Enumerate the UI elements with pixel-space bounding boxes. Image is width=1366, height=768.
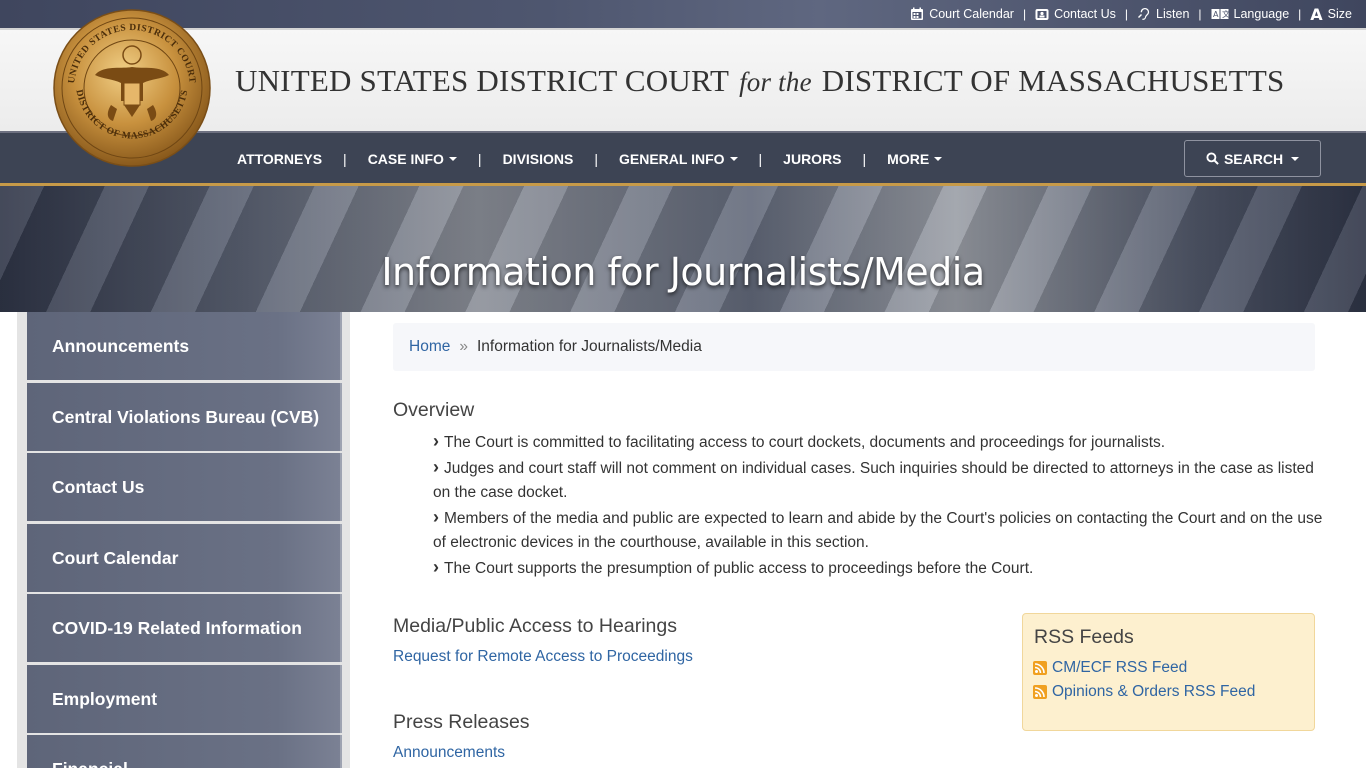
utility-separator: |: [1298, 7, 1302, 21]
sidebar-item-label: Financial: [52, 759, 128, 768]
nav-separator: |: [594, 151, 598, 167]
breadcrumb-current: Information for Journalists/Media: [476, 338, 702, 355]
utility-separator: |: [1124, 7, 1129, 21]
nav-label: MORE: [887, 151, 930, 167]
utility-link-label: Listen: [1156, 7, 1190, 21]
nav-separator: |: [343, 151, 347, 167]
caret-down-icon: [729, 157, 738, 161]
nav-separator: |: [758, 151, 763, 167]
court-seal-logo[interactable]: UNITED STATES DISTRICT COURT DISTRICT OF…: [51, 9, 213, 167]
utility-link-label: Contact Us: [1054, 7, 1116, 21]
utility-links: Court Calendar | Contact Us | Listen | A…: [910, 0, 1352, 28]
list-item: Members of the media and public are expe…: [433, 505, 1323, 555]
sidebar-item-cvb[interactable]: Central Violations Bureau (CVB): [27, 383, 342, 451]
listen-icon: [1138, 8, 1150, 20]
nav-label: ATTORNEYS: [237, 151, 323, 167]
sidebar-item-financial[interactable]: Financial: [27, 735, 342, 768]
text-size-icon: A: [1310, 4, 1323, 24]
utility-separator: |: [1022, 7, 1027, 21]
sidebar-item-label: Central Violations Bureau (CVB): [52, 406, 320, 427]
utility-link-label: Language: [1233, 7, 1290, 21]
utility-link-contact-us[interactable]: Contact Us: [1035, 7, 1116, 21]
sidebar-item-label: Court Calendar: [52, 547, 179, 568]
calendar-icon: [911, 7, 924, 20]
overview-list: The Court is committed to facilitating a…: [433, 429, 1323, 581]
site-title-district: DISTRICT OF MASSACHUSETTS: [821, 63, 1285, 98]
announcements-link[interactable]: Announcements: [393, 744, 505, 762]
utility-link-label: Court Calendar: [929, 7, 1014, 21]
rss-feed-label: CM/ECF RSS Feed: [1052, 659, 1188, 676]
utility-link-language[interactable]: A文 Language: [1211, 7, 1290, 21]
breadcrumb-home[interactable]: Home: [409, 338, 450, 356]
nav-more[interactable]: MORE: [887, 151, 943, 167]
site-title-for: for the: [739, 67, 812, 97]
rss-icon: [1033, 661, 1047, 675]
main-nav-items: ATTORNEYS | CASE INFO | DIVISIONS | GENE…: [237, 133, 943, 185]
utility-link-label: Size: [1327, 7, 1352, 21]
search-button-label: SEARCH: [1223, 150, 1284, 167]
nav-label: CASE INFO: [367, 151, 444, 167]
media-access-heading: Media/Public Access to Hearings: [393, 615, 677, 637]
language-icon: A文: [1211, 9, 1229, 19]
nav-case-info[interactable]: CASE INFO: [368, 151, 457, 167]
nav-label: GENERAL INFO: [619, 151, 725, 167]
caret-down-icon: [934, 157, 943, 161]
site-title[interactable]: UNITED STATES DISTRICT COURT for the DISTR…: [235, 63, 1284, 99]
sidebar-item-covid-19[interactable]: COVID-19 Related Information: [27, 594, 342, 662]
nav-label: DIVISIONS: [502, 151, 574, 167]
rss-feed-opinions-orders[interactable]: Opinions & Orders RSS Feed: [1033, 683, 1255, 701]
nav-jurors[interactable]: JURORS: [783, 151, 841, 167]
site-title-court: UNITED STATES DISTRICT COURT: [235, 63, 730, 98]
utility-link-listen[interactable]: Listen: [1137, 7, 1189, 21]
search-icon: [1206, 152, 1219, 165]
press-releases-heading: Press Releases: [393, 711, 530, 733]
svg-text:文: 文: [1222, 9, 1229, 19]
hero-banner: Information for Journalists/Media: [0, 186, 1366, 312]
sidebar-item-employment[interactable]: Employment: [27, 665, 342, 733]
nav-separator: |: [477, 151, 482, 167]
rss-feeds-title: RSS Feeds: [1034, 626, 1134, 648]
sidebar-item-contact-us[interactable]: Contact Us: [27, 453, 342, 521]
rss-feed-label: Opinions & Orders RSS Feed: [1052, 683, 1256, 700]
overview-heading: Overview: [393, 399, 475, 421]
remote-access-link[interactable]: Request for Remote Access to Proceedings: [393, 648, 693, 666]
caret-down-icon: [1291, 156, 1300, 161]
nav-label: JURORS: [783, 151, 842, 167]
list-item: The Court supports the presumption of pu…: [433, 555, 1323, 581]
sidebar-item-announcements[interactable]: Announcements: [27, 312, 342, 380]
utility-separator: |: [1198, 7, 1202, 21]
rss-feeds-box: RSS Feeds CM/ECF RSS Feed Opinions & Ord…: [1022, 613, 1315, 731]
list-item: Judges and court staff will not comment …: [433, 455, 1323, 505]
utility-link-size[interactable]: A Size: [1310, 5, 1352, 24]
list-item: The Court is committed to facilitating a…: [433, 429, 1323, 455]
nav-attorneys[interactable]: ATTORNEYS: [237, 151, 322, 167]
contact-icon: [1035, 9, 1049, 20]
sidebar-item-label: Contact Us: [52, 476, 145, 497]
sidebar-item-label: COVID-19 Related Information: [52, 617, 302, 638]
svg-text:A: A: [1213, 10, 1219, 19]
nav-separator: |: [862, 151, 867, 167]
nav-general-info[interactable]: GENERAL INFO: [619, 151, 738, 167]
utility-link-court-calendar[interactable]: Court Calendar: [910, 7, 1014, 21]
nav-divisions[interactable]: DIVISIONS: [503, 151, 574, 167]
rss-feed-cmecf[interactable]: CM/ECF RSS Feed: [1033, 659, 1187, 677]
breadcrumb-separator: »: [459, 338, 468, 355]
rss-icon: [1033, 685, 1047, 699]
sidebar-item-label: Announcements: [52, 335, 190, 356]
page-title: Information for Journalists/Media: [381, 250, 985, 294]
caret-down-icon: [448, 157, 457, 161]
sidebar-item-court-calendar[interactable]: Court Calendar: [27, 524, 342, 592]
sidebar-item-label: Employment: [52, 688, 158, 709]
breadcrumb: Home » Information for Journalists/Media: [393, 323, 1315, 371]
sidebar: Announcements Central Violations Bureau …: [17, 312, 350, 768]
search-button[interactable]: SEARCH: [1184, 140, 1321, 177]
